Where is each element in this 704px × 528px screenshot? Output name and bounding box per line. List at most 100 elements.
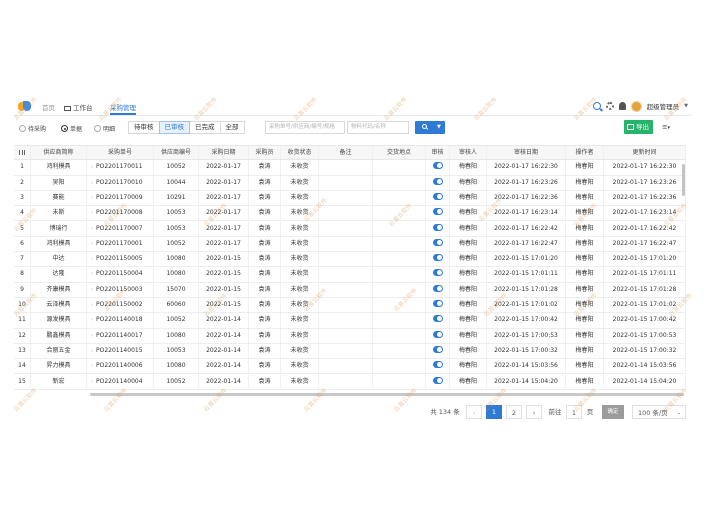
radio-detail[interactable]: 明细 [94, 124, 115, 133]
column-header[interactable]: 更新时间 [604, 146, 686, 160]
column-header[interactable]: 收货状态 [281, 146, 319, 160]
audit-switch[interactable] [432, 361, 443, 369]
expand-row-icon[interactable]: › [91, 226, 93, 232]
column-header[interactable]: 采购员 [249, 146, 281, 160]
po-number-text[interactable]: PO2201170011 [96, 163, 143, 170]
user-name[interactable]: 超级管理员 [647, 101, 680, 111]
table-row[interactable]: 12 鹏鑫模具 › PO2201140017 10080 2022-01-14 袁涛 未收货梅… [14, 328, 686, 344]
po-number-text[interactable]: PO2201140004 [96, 378, 143, 385]
po-number-text[interactable]: PO2201170010 [96, 179, 143, 186]
audit-switch[interactable] [432, 345, 443, 353]
column-header[interactable]: 审核日期 [487, 146, 566, 160]
page-size-select[interactable]: 100 条/页 ⌄ [632, 405, 686, 419]
po-number-text[interactable]: PO2201140018 [96, 316, 143, 323]
table-row[interactable]: 11 源发模具 › PO2201140018 10052 2022-01-14 袁涛 未收货梅… [14, 313, 686, 329]
radio-document[interactable]: 单据 [61, 124, 82, 133]
avatar[interactable] [630, 100, 642, 112]
table-row[interactable]: 9 齐康模具 › PO2201150003 15070 2022-01-15 袁涛 未收货 梅春… [14, 282, 686, 298]
expand-row-icon[interactable]: › [91, 210, 93, 216]
po-number-text[interactable]: PO2201170008 [96, 209, 143, 216]
po-number-text[interactable]: PO2201170001 [96, 240, 143, 247]
table-row[interactable]: 8 达隆 › PO2201150004 10080 2022-01-15 袁涛 未收货 梅春阳 2… [14, 267, 686, 283]
expand-row-icon[interactable]: › [91, 287, 93, 293]
column-header[interactable]: 采购日期 [199, 146, 249, 160]
audit-switch[interactable] [432, 284, 443, 292]
settings-icon[interactable] [605, 102, 614, 110]
expand-row-icon[interactable]: › [91, 256, 93, 262]
audit-switch[interactable] [432, 315, 443, 323]
expand-row-icon[interactable]: › [91, 302, 93, 308]
table-row[interactable]: 13 合丽五金 › PO2201140015 10053 2022-01-14 袁涛 未收货梅… [14, 343, 686, 360]
search-input[interactable]: 采购单号/供应商/编号/规格 [265, 121, 345, 134]
audit-switch[interactable] [432, 208, 443, 216]
expand-row-icon[interactable]: › [91, 271, 93, 277]
column-settings-icon[interactable] [14, 146, 31, 160]
audit-switch[interactable] [432, 177, 443, 185]
column-header[interactable]: 审核 [426, 146, 450, 160]
po-number-text[interactable]: PO2201170009 [96, 194, 143, 201]
column-header[interactable]: 备注 [319, 146, 373, 160]
column-header[interactable]: 供应商简称 [31, 146, 87, 160]
export-button[interactable]: 导出 [624, 120, 653, 134]
user-menu-chevron-icon[interactable]: ▼ [684, 103, 688, 109]
search-icon[interactable] [592, 102, 601, 110]
po-number-text[interactable]: PO2201150004 [96, 270, 143, 277]
goto-page-input[interactable]: 1 [566, 405, 582, 419]
goto-confirm-button[interactable]: 确定 [602, 405, 624, 419]
expand-row-icon[interactable]: › [91, 317, 93, 323]
column-header[interactable]: 采购单号 [87, 146, 154, 160]
page-1-button[interactable]: 1 [486, 405, 502, 419]
audit-switch[interactable] [432, 300, 443, 307]
expand-row-icon[interactable]: › [91, 164, 93, 170]
po-number-text[interactable]: PO2201170007 [96, 225, 143, 232]
segment-pending[interactable]: 待审核 [128, 121, 160, 134]
segment-completed[interactable]: 已完成 [189, 121, 221, 134]
table-row[interactable]: 7 中达 › PO2201150005 10080 2022-01-15 袁涛 未收货 梅春阳 2… [14, 252, 686, 268]
audit-switch[interactable] [432, 269, 443, 277]
table-row[interactable]: 5 博瑞行 › PO2201170007 10053 2022-01-17 袁涛 未收货 梅春阳… [14, 221, 686, 237]
audit-switch[interactable] [432, 376, 443, 384]
expand-row-icon[interactable]: › [91, 363, 93, 369]
audit-switch[interactable] [432, 162, 443, 170]
expand-row-icon[interactable]: › [91, 348, 93, 354]
segment-all[interactable]: 全部 [219, 121, 245, 134]
po-number-text[interactable]: PO2201150005 [96, 255, 143, 262]
expand-row-icon[interactable]: › [91, 195, 93, 201]
nav-home[interactable]: 首页 [42, 102, 55, 112]
vertical-scrollbar[interactable] [682, 164, 685, 196]
table-row[interactable]: 6 鸿利模具 › PO2201170001 10052 2022-01-17 袁涛 未收货 梅春… [14, 236, 686, 253]
po-number-text[interactable]: PO2201140006 [96, 362, 143, 369]
nav-workbench[interactable]: 工作台 [64, 102, 93, 112]
expand-row-icon[interactable]: › [91, 180, 93, 186]
table-row[interactable]: 3 赛能 › PO2201170009 10291 2022-01-17 袁涛 未收货 梅春阳 2… [14, 190, 686, 207]
notification-bell-icon[interactable] [618, 102, 626, 110]
po-number-text[interactable]: PO2201140017 [96, 332, 143, 339]
search-button[interactable]: ▼ [415, 121, 445, 134]
radio-pending[interactable]: 待采购 [19, 124, 46, 133]
audit-switch[interactable] [432, 192, 443, 200]
table-row[interactable]: 10 云泽模具 › PO2201150002 60060 2022-01-15 袁涛 未收货梅… [14, 298, 686, 314]
column-header[interactable]: 审核人 [450, 146, 487, 160]
table-row[interactable]: 4 未斯 › PO2201170008 10053 2022-01-17 袁涛 未收货 梅春阳 2… [14, 206, 686, 222]
prev-page-button[interactable]: ‹ [466, 405, 482, 419]
po-number-text[interactable]: PO2201140015 [96, 347, 143, 354]
horizontal-scrollbar[interactable] [90, 393, 684, 396]
table-row[interactable]: 15 新宏 › PO2201140004 10052 2022-01-14 袁涛 未收货 梅春阳… [14, 374, 686, 390]
table-row[interactable]: 2 吴阳 › PO2201170010 10044 2022-01-17 袁涛 未收货 梅春阳 2… [14, 175, 686, 191]
audit-switch[interactable] [432, 223, 443, 231]
expand-row-icon[interactable]: › [91, 333, 93, 339]
column-menu-icon[interactable]: ≡▾ [662, 123, 670, 131]
material-search-input[interactable]: 物料代码/名称 [347, 121, 409, 134]
page-2-button[interactable]: 2 [506, 405, 522, 419]
column-header[interactable]: 供应商编号 [154, 146, 199, 160]
expand-row-icon[interactable]: › [91, 379, 93, 385]
audit-switch[interactable] [432, 254, 443, 262]
segment-approved[interactable]: 已审核 [158, 121, 190, 134]
audit-switch[interactable] [432, 238, 443, 246]
po-number-text[interactable]: PO2201150002 [96, 301, 143, 308]
table-row[interactable]: 14 昇力模具 › PO2201140006 10080 2022-01-14 袁涛 未收货梅… [14, 359, 686, 375]
audit-switch[interactable] [432, 330, 443, 338]
app-logo[interactable] [18, 101, 32, 112]
expand-row-icon[interactable]: › [91, 241, 93, 247]
next-page-button[interactable]: › [526, 405, 542, 419]
